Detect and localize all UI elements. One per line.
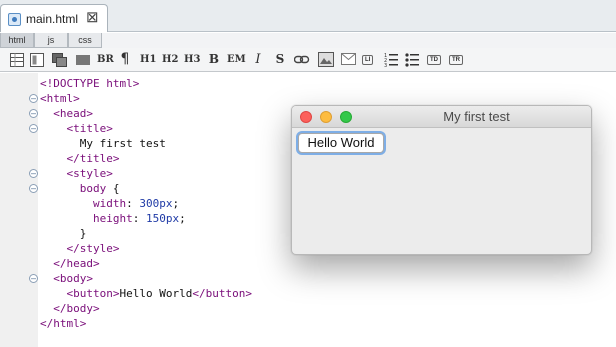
html-file-icon bbox=[8, 13, 21, 26]
mail-icon[interactable] bbox=[341, 53, 356, 65]
code-text: { bbox=[106, 182, 120, 195]
window-titlebar[interactable]: My first test bbox=[292, 106, 591, 128]
code-tag: <button> bbox=[66, 287, 120, 300]
code-line: </body> bbox=[40, 301, 252, 316]
code-line: <head> bbox=[40, 106, 252, 121]
code-value: 300px bbox=[139, 197, 173, 210]
code-text: My first test bbox=[40, 137, 166, 150]
code-line: width: 300px; bbox=[40, 196, 252, 211]
code-line: <html> bbox=[40, 91, 252, 106]
code-tag: <body> bbox=[53, 272, 93, 285]
tab-html[interactable]: html bbox=[0, 33, 34, 48]
code-line: <!DOCTYPE html> bbox=[40, 76, 252, 91]
code-value: 150px bbox=[145, 212, 180, 225]
code-text: ; bbox=[172, 197, 180, 210]
tr-button[interactable]: TR bbox=[449, 55, 463, 65]
code-line: <body> bbox=[40, 271, 252, 286]
file-tab-bar: main.html ⊠ bbox=[0, 0, 616, 32]
hello-world-button[interactable]: Hello World bbox=[298, 133, 384, 153]
tab-js[interactable]: js bbox=[34, 33, 68, 48]
code-tag: </button> bbox=[192, 287, 252, 300]
div-icon[interactable] bbox=[30, 53, 44, 67]
code-tag: </title> bbox=[66, 152, 120, 165]
fold-toggle-icon[interactable]: – bbox=[29, 184, 38, 193]
window-title: My first test bbox=[443, 109, 510, 124]
file-tab-main-html[interactable]: main.html ⊠ bbox=[0, 4, 108, 32]
code-tag: </body> bbox=[53, 302, 100, 315]
code-text: Hello World bbox=[119, 287, 193, 300]
code-line: body { bbox=[40, 181, 252, 196]
code-tag: <!DOCTYPE html> bbox=[40, 77, 140, 90]
code-editor[interactable]: <!DOCTYPE html> <html> <head> <title> My … bbox=[40, 76, 252, 331]
unordered-list-icon[interactable] bbox=[405, 52, 419, 68]
h1-button[interactable]: H1 bbox=[140, 51, 156, 68]
code-line: } bbox=[40, 226, 252, 241]
code-property: body bbox=[79, 182, 107, 195]
block-icon[interactable] bbox=[76, 55, 90, 65]
code-line: <style> bbox=[40, 166, 252, 181]
br-button[interactable]: BR bbox=[97, 51, 114, 68]
bold-button[interactable]: B bbox=[208, 51, 220, 68]
fold-toggle-icon[interactable]: – bbox=[29, 169, 38, 178]
code-property: width bbox=[92, 197, 127, 210]
table-icon[interactable] bbox=[10, 53, 24, 67]
code-tag: </head> bbox=[53, 257, 100, 270]
fold-toggle-icon[interactable]: – bbox=[29, 94, 38, 103]
em-button[interactable]: EM bbox=[227, 51, 246, 68]
code-tag: <style> bbox=[66, 167, 113, 180]
code-tag: </style> bbox=[66, 242, 120, 255]
code-line: </title> bbox=[40, 151, 252, 166]
h2-button[interactable]: H2 bbox=[162, 51, 178, 68]
code-line: </style> bbox=[40, 241, 252, 256]
code-line: <title> bbox=[40, 121, 252, 136]
h3-button[interactable]: H3 bbox=[184, 51, 200, 68]
tab-css[interactable]: css bbox=[68, 33, 102, 48]
code-line: My first test bbox=[40, 136, 252, 151]
fold-toggle-icon[interactable]: – bbox=[29, 274, 38, 283]
fold-toggle-icon[interactable]: – bbox=[29, 109, 38, 118]
link-icon[interactable] bbox=[294, 55, 310, 65]
code-line: </html> bbox=[40, 316, 252, 331]
code-line: height: 150px; bbox=[40, 211, 252, 226]
editor-mode-tabs: html js css bbox=[0, 33, 616, 48]
code-text: : bbox=[132, 212, 146, 225]
code-tag: <head> bbox=[53, 107, 93, 120]
code-tag: <html> bbox=[40, 92, 80, 105]
td-button[interactable]: TD bbox=[427, 55, 441, 65]
layers-icon[interactable] bbox=[52, 53, 68, 67]
code-tag: </html> bbox=[40, 317, 87, 330]
svg-text:3: 3 bbox=[384, 63, 387, 68]
code-line: </head> bbox=[40, 256, 252, 271]
ordered-list-icon[interactable]: 1 2 3 bbox=[384, 52, 398, 68]
code-property: height bbox=[92, 212, 133, 225]
italic-button[interactable]: I bbox=[253, 51, 263, 68]
code-text: : bbox=[126, 197, 140, 210]
code-tag: <title> bbox=[66, 122, 113, 135]
code-text: ; bbox=[179, 212, 186, 225]
html-toolbar: BR ¶ H1 H2 H3 B EM I S LI 1 2 3 TD TR bbox=[0, 48, 616, 72]
close-icon[interactable]: ⊠ bbox=[86, 9, 99, 27]
li-button[interactable]: LI bbox=[362, 55, 374, 65]
code-line: <button>Hello World</button> bbox=[40, 286, 252, 301]
preview-window: My first test Hello World bbox=[291, 105, 592, 255]
image-icon[interactable] bbox=[318, 52, 334, 67]
code-text: } bbox=[40, 227, 87, 240]
paragraph-button[interactable]: ¶ bbox=[119, 51, 131, 68]
file-tab-label: main.html bbox=[26, 12, 79, 26]
strike-button[interactable]: S bbox=[274, 51, 286, 68]
fold-toggle-icon[interactable]: – bbox=[29, 124, 38, 133]
